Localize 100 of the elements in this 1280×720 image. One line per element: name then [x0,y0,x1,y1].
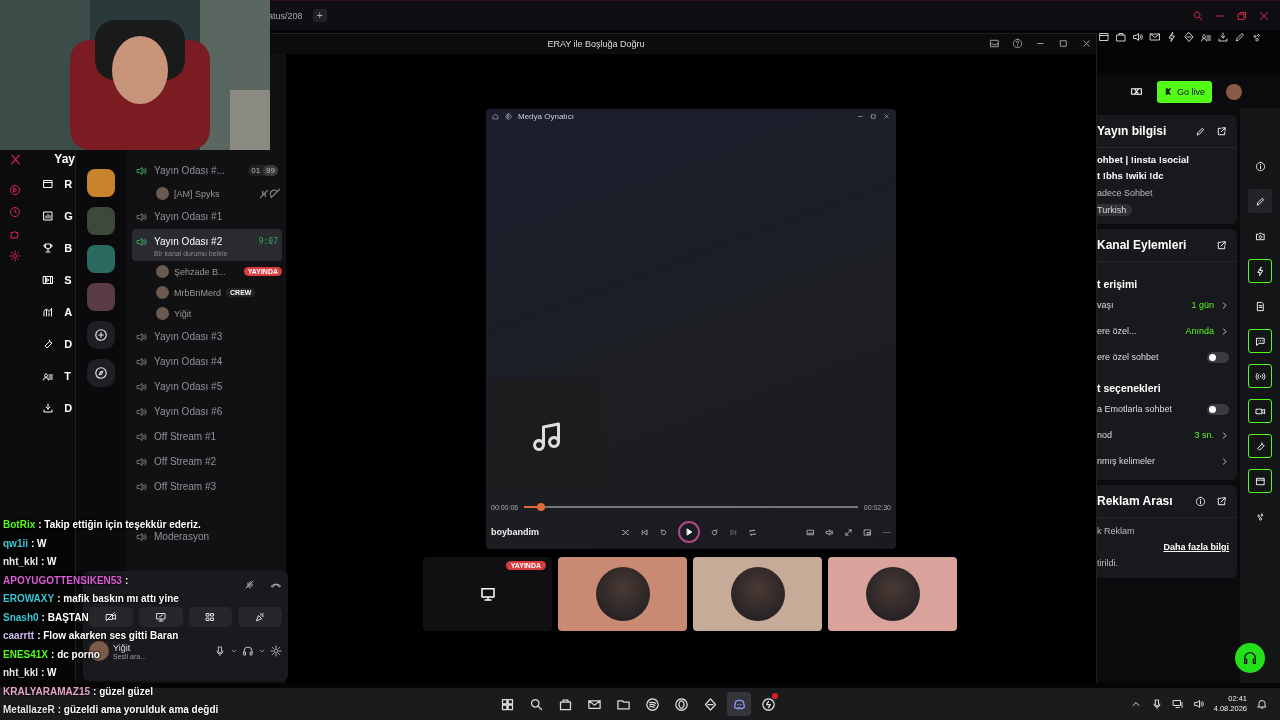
chevron-icon[interactable] [1220,456,1229,466]
voice-channel[interactable]: Yayın Odası #5 [132,374,282,399]
volume-icon[interactable] [825,527,834,537]
rail-button[interactable] [1248,364,1272,388]
extension-icon[interactable] [1234,31,1246,43]
pop-out-icon[interactable] [1216,125,1227,137]
chevron-icon[interactable] [1220,326,1229,336]
headset-icon[interactable] [242,645,254,657]
close-icon[interactable] [1258,9,1270,22]
voice-channel[interactable]: Yayın Odası #... 01 99 [132,158,282,183]
taskbar-button[interactable] [727,692,751,716]
extension-icon[interactable] [1115,31,1127,43]
toggle-switch[interactable] [1207,403,1229,415]
extension-icon[interactable] [1166,31,1178,43]
pop-out-icon[interactable] [1216,239,1227,251]
chat-username[interactable]: caarrtt [3,627,35,646]
shuffle-icon[interactable] [621,527,630,537]
voice-user[interactable]: [AM] Spyks [132,183,282,204]
next-icon[interactable] [729,527,738,537]
extension-icon[interactable] [1217,31,1229,43]
go-live-button[interactable]: Go live [1157,80,1212,103]
clock-icon[interactable] [9,206,22,218]
setting-value[interactable]: Anında [1185,326,1214,336]
extension-icon[interactable] [1200,31,1212,43]
extension-icon[interactable] [1098,31,1110,43]
participant-tile[interactable] [693,557,822,631]
server-icon[interactable] [87,169,115,197]
rail-button[interactable] [1248,434,1272,458]
chat-username[interactable]: qw1ii [3,534,28,553]
mic-icon[interactable] [1150,698,1163,710]
voice-user[interactable]: Yiğit [132,303,282,324]
chat-username[interactable]: EROWAXY [3,590,55,609]
server-icon[interactable] [87,245,115,273]
inbox-icon[interactable] [989,38,1000,49]
chat-username[interactable]: nht_kkl [3,664,38,683]
subtitles-icon[interactable] [806,527,815,537]
previous-icon[interactable] [640,527,649,537]
chat-username[interactable]: APOYUGOTTENSIKEN53 [3,571,122,590]
extension-icon[interactable] [1251,31,1263,43]
extension-icon[interactable] [1132,31,1144,43]
help-icon[interactable] [1012,38,1023,49]
info-icon[interactable] [1195,495,1206,507]
more-info-link[interactable]: Daha fazla bilgi [1163,542,1229,552]
repeat-icon[interactable] [748,527,757,537]
close-icon[interactable] [1081,38,1092,49]
camera-button[interactable] [89,607,133,627]
chat-username[interactable]: ENES41X [3,645,49,664]
forward-icon[interactable] [710,527,719,537]
home-icon[interactable] [492,112,499,120]
new-tab-button[interactable]: + [312,9,327,22]
network-icon[interactable] [1171,698,1184,710]
voice-channel[interactable]: Yayın Odası #1 [132,204,282,229]
chat-username[interactable]: nht_kkl [3,553,38,572]
extension-icon[interactable] [1149,31,1161,43]
noise-suppression-icon[interactable] [244,579,256,591]
participant-tile[interactable] [558,557,687,631]
seek-thumb[interactable] [536,503,545,511]
setting-value[interactable]: 1 gün [1191,300,1214,310]
mic-icon[interactable] [214,645,226,657]
voice-channel[interactable]: Yayın Odası #3 [132,324,282,349]
puzzle-icon[interactable] [9,228,22,240]
edit-icon[interactable] [1195,125,1206,137]
pop-out-icon[interactable] [1216,495,1227,507]
rail-button[interactable] [1248,259,1272,283]
clip-icon[interactable] [1130,85,1143,98]
mini-player-icon[interactable] [863,527,872,537]
avatar[interactable] [1226,83,1242,100]
volume-icon[interactable] [1192,698,1205,710]
activities-button[interactable] [188,607,233,627]
caret-icon[interactable] [230,647,238,655]
setting-value[interactable]: 3 sn. [1194,430,1214,440]
close-icon[interactable] [883,112,890,120]
add-server-button[interactable] [87,321,115,349]
soundboard-button[interactable] [238,607,282,627]
voice-channel[interactable]: Off Stream #1 [132,424,282,449]
voice-channel[interactable]: Yayın Odası #4 [132,349,282,374]
settings-icon[interactable] [9,250,22,262]
chat-username[interactable]: MetallazeR [3,701,55,720]
voice-channel[interactable]: Yayın Odası #6 [132,399,282,424]
play-button[interactable] [678,521,700,543]
extension-icon[interactable] [1183,31,1195,43]
toggle-switch[interactable] [1207,351,1229,363]
rail-button[interactable] [1248,469,1272,493]
chevron-icon[interactable] [1220,300,1229,310]
maximize-icon[interactable] [870,112,877,120]
x-logo-icon[interactable] [8,153,22,166]
maximize-icon[interactable] [1058,38,1069,49]
chat-username[interactable]: Snash0 [3,608,39,627]
search-icon[interactable] [1192,9,1204,22]
voice-channel[interactable]: Off Stream #3 [132,474,282,499]
chat-username[interactable]: KRALYARAMAZ15 [3,682,91,701]
caret-icon[interactable] [258,647,266,655]
bell-icon[interactable] [1256,698,1268,710]
settings-icon[interactable] [270,645,282,657]
rail-button[interactable] [1248,399,1272,423]
rail-button[interactable] [1248,189,1272,213]
fullscreen-icon[interactable] [844,527,853,537]
participant-tile[interactable] [828,557,957,631]
restore-icon[interactable] [1236,9,1248,22]
share-screen-button[interactable] [138,607,183,627]
